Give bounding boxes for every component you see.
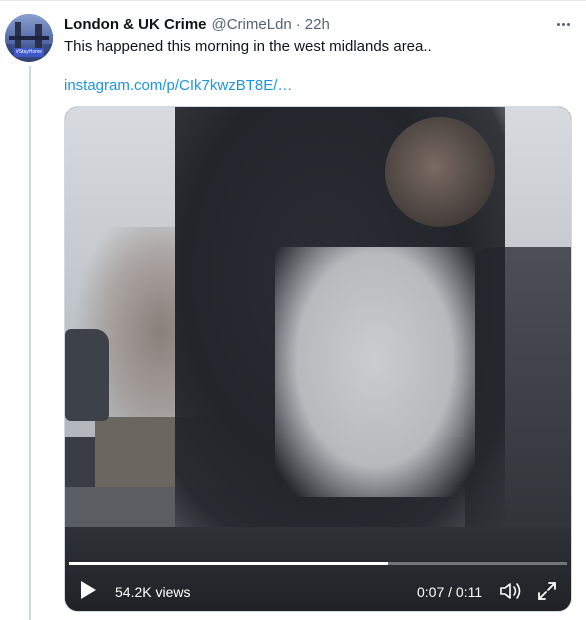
- video-frame-car: [65, 329, 109, 421]
- more-icon[interactable]: [553, 14, 573, 34]
- video-time: 0:07 / 0:11: [417, 584, 483, 600]
- view-count: 54.2K views: [115, 584, 191, 600]
- video-progress-bar[interactable]: [69, 562, 567, 565]
- video-player[interactable]: 54.2K views 0:07 / 0:11: [64, 106, 572, 612]
- author-handle[interactable]: @CrimeLdn: [212, 16, 292, 33]
- separator-dot: ·: [295, 15, 301, 33]
- video-frame-shirt: [275, 247, 475, 497]
- fullscreen-icon[interactable]: [537, 581, 557, 601]
- avatar-badge: #StayHome: [14, 48, 44, 57]
- thread-line: [29, 66, 31, 620]
- video-controls: 54.2K views 0:07 / 0:11: [65, 569, 571, 611]
- video-frame-head: [385, 117, 495, 227]
- tweet-link[interactable]: instagram.com/p/CIk7kwzBT8E/…: [64, 77, 292, 94]
- volume-icon[interactable]: [499, 581, 523, 601]
- tweet-header: London & UK Crime @CrimeLdn · 22h: [64, 14, 330, 34]
- video-progress-fill: [69, 562, 388, 565]
- tweet-timestamp[interactable]: 22h: [305, 16, 330, 33]
- play-icon[interactable]: [81, 581, 96, 599]
- avatar[interactable]: #StayHome: [5, 14, 53, 62]
- top-divider: [0, 0, 586, 1]
- tweet-text: This happened this morning in the west m…: [64, 38, 432, 55]
- author-name[interactable]: London & UK Crime: [64, 16, 207, 33]
